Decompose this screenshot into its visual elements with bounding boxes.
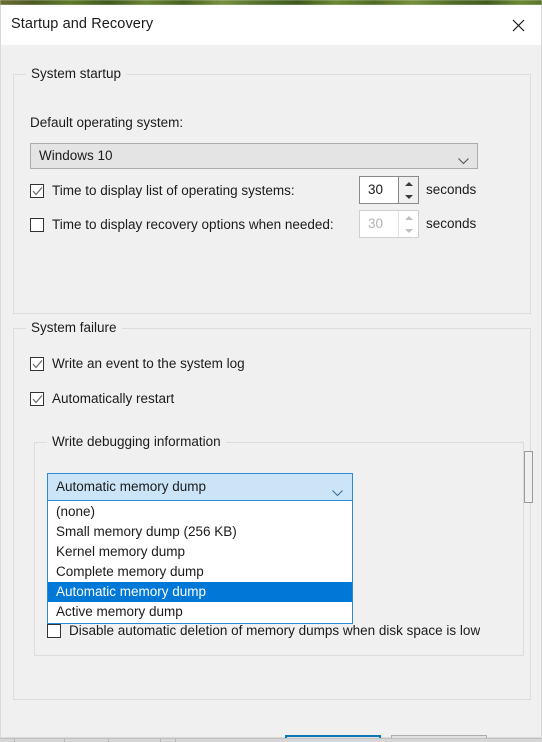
dropdown-scrollbar[interactable] (524, 451, 533, 503)
write-event-label: Write an event to the system log (52, 356, 245, 371)
timeout-os-list-checkbox[interactable] (30, 183, 44, 198)
timeout-os-list-spin-buttons (398, 177, 418, 203)
triangle-down-icon (404, 194, 413, 199)
write-debugging-information-group: Write debugging information Disable auto… (34, 434, 533, 656)
system-startup-group: System startup Default operating system:… (13, 66, 531, 314)
system-failure-legend: System failure (26, 320, 122, 335)
write-debug-legend: Write debugging information (47, 434, 226, 449)
check-icon (32, 359, 43, 368)
timeout-recovery-checkbox[interactable] (30, 217, 44, 232)
timeout-os-list-value: 30 (368, 182, 384, 197)
dialog-body: System startup Default operating system:… (1, 46, 541, 742)
spin-down-button[interactable] (399, 190, 418, 203)
screen: Startup and Recovery System startup Defa… (0, 0, 542, 742)
window-title: Startup and Recovery (11, 16, 154, 32)
close-icon (512, 19, 525, 32)
spin-up-button[interactable] (399, 177, 418, 190)
default-os-value: Windows 10 (39, 148, 113, 163)
chevron-down-icon (458, 152, 469, 170)
dropdown-option[interactable]: Automatic memory dump (48, 582, 352, 602)
disable-deletion-checkbox[interactable] (47, 623, 61, 638)
timeout-recovery-checkbox-row[interactable]: Time to display recovery options when ne… (30, 217, 334, 232)
write-event-checkbox[interactable] (30, 356, 44, 371)
triangle-up-icon (404, 181, 413, 186)
timeout-os-list-unit: seconds (426, 182, 477, 197)
disable-deletion-label: Disable automatic deletion of memory dum… (69, 623, 481, 638)
system-startup-legend: System startup (26, 66, 127, 81)
timeout-recovery-spin-buttons (398, 211, 418, 237)
dropdown-option[interactable]: Complete memory dump (48, 562, 352, 582)
spin-down-button[interactable] (399, 224, 418, 237)
dropdown-option[interactable]: (none) (48, 502, 352, 522)
triangle-up-icon (404, 215, 413, 220)
title-bar: Startup and Recovery (1, 5, 541, 46)
timeout-recovery-unit: seconds (426, 216, 477, 231)
timeout-os-list-label: Time to display list of operating system… (52, 183, 295, 198)
timeout-os-list-spinner[interactable]: 30 (359, 176, 419, 204)
startup-and-recovery-dialog: Startup and Recovery System startup Defa… (0, 5, 542, 742)
write-debug-dropdown-list[interactable]: (none) Small memory dump (256 KB) Kernel m… (47, 501, 353, 624)
auto-restart-checkbox[interactable] (30, 391, 44, 406)
dropdown-option[interactable]: Small memory dump (256 KB) (48, 522, 352, 542)
write-debug-selected-value: Automatic memory dump (56, 479, 207, 494)
auto-restart-checkbox-row[interactable]: Automatically restart (30, 391, 174, 406)
write-event-checkbox-row[interactable]: Write an event to the system log (30, 356, 245, 371)
timeout-os-list-checkbox-row[interactable]: Time to display list of operating system… (30, 183, 295, 198)
close-button[interactable] (495, 5, 541, 46)
timeout-recovery-label: Time to display recovery options when ne… (52, 217, 334, 232)
default-os-label: Default operating system: (30, 115, 184, 130)
check-icon (32, 394, 43, 403)
taskbar-strip (0, 738, 542, 742)
triangle-down-icon (404, 228, 413, 233)
dropdown-option[interactable]: Kernel memory dump (48, 542, 352, 562)
chevron-down-icon (332, 484, 343, 502)
default-os-combobox[interactable]: Windows 10 (30, 143, 478, 169)
spin-up-button[interactable] (399, 211, 418, 224)
check-icon (32, 186, 43, 195)
timeout-recovery-value: 30 (368, 216, 384, 231)
disable-deletion-checkbox-row[interactable]: Disable automatic deletion of memory dum… (47, 623, 480, 638)
system-failure-group: System failure Write an event to the sys… (13, 320, 533, 700)
dropdown-option[interactable]: Active memory dump (48, 602, 352, 622)
auto-restart-label: Automatically restart (52, 391, 175, 406)
write-debug-combobox[interactable]: Automatic memory dump (47, 473, 353, 501)
timeout-recovery-spinner[interactable]: 30 (359, 210, 419, 238)
